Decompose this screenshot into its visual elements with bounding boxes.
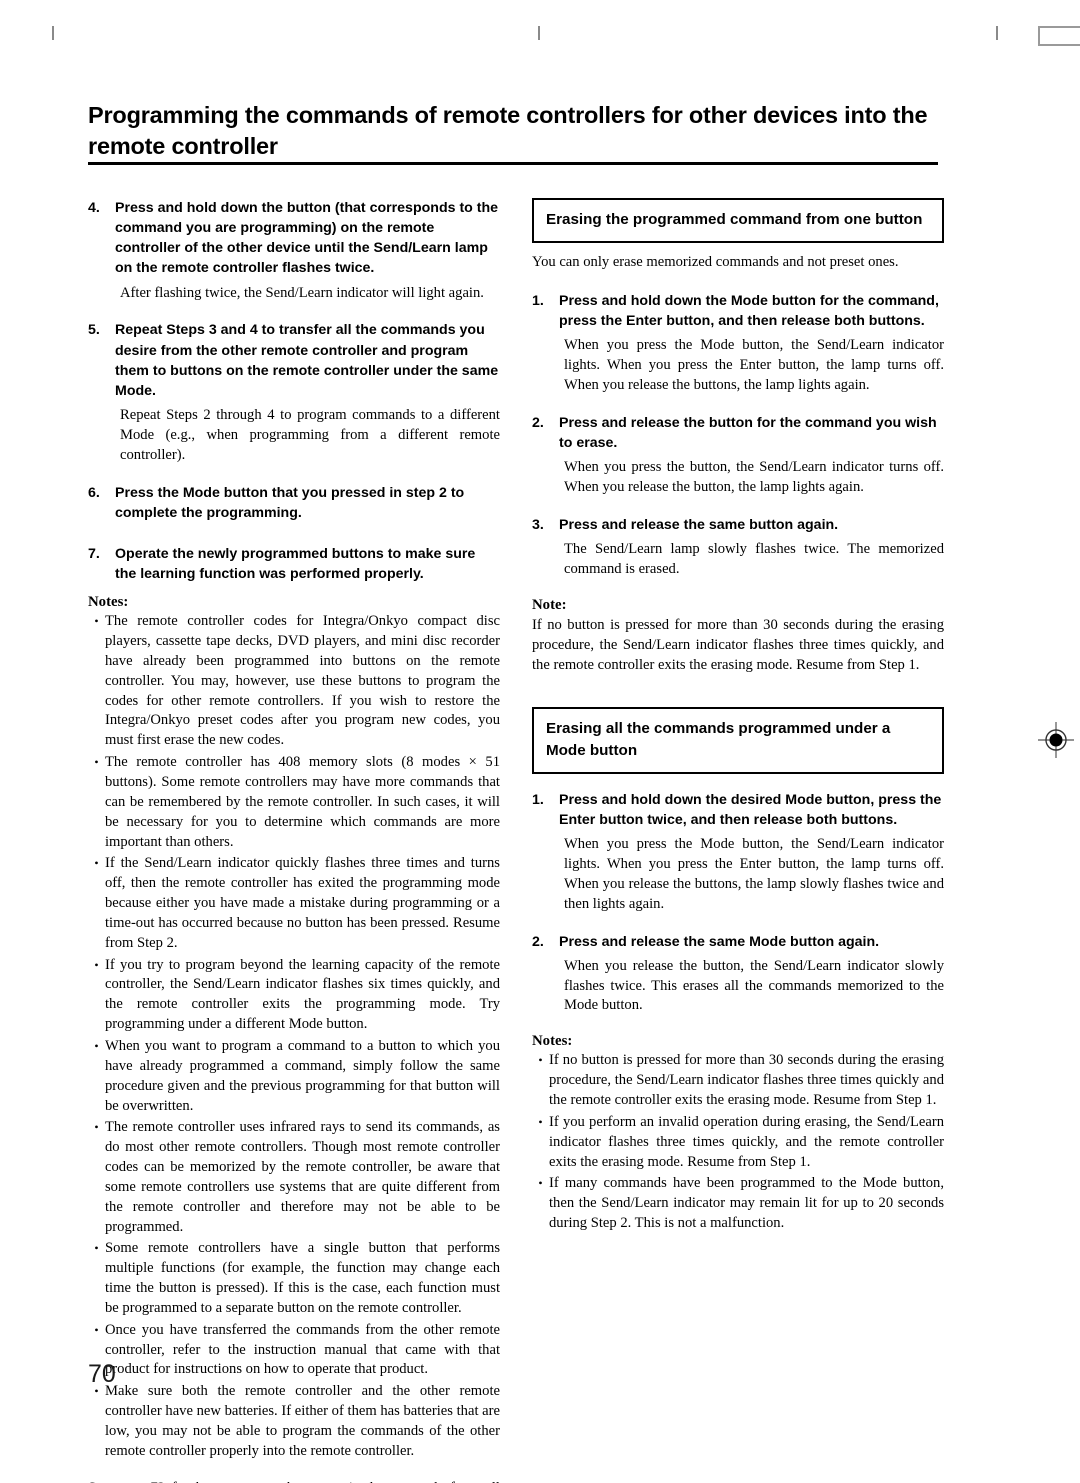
step-number: 1. — [532, 791, 544, 808]
notes-label: Notes: — [88, 594, 129, 611]
note-text: If you try to program beyond the learnin… — [105, 956, 500, 1033]
bullet-icon: • — [94, 856, 99, 871]
note-item: • If no button is pressed for more than … — [532, 1051, 944, 1111]
step-heading: Press and release the same Mode button a… — [559, 933, 880, 950]
step-heading: Press and release the button for the com… — [559, 414, 937, 452]
step-item: 3. Press and release the same button aga… — [532, 515, 944, 535]
step-item: 4. Press and hold down the button (that … — [88, 198, 500, 279]
note-item: • Once you have transferred the commands… — [88, 1321, 500, 1381]
step-item: 7. Operate the newly programmed buttons … — [88, 544, 500, 584]
step-heading: Repeat Steps 3 and 4 to transfer all the… — [115, 322, 499, 399]
bullet-icon: • — [94, 1384, 99, 1399]
bullet-icon: • — [538, 1053, 543, 1068]
crop-tick-top-right — [996, 26, 998, 40]
title-divider — [88, 162, 938, 165]
step-number: 1. — [532, 293, 544, 310]
note-item: • If the Send/Learn indicator quickly fl… — [88, 854, 500, 953]
registration-mark-right — [1038, 722, 1074, 758]
closing-paragraph: See page 72 for how to erase the memoriz… — [88, 1479, 500, 1483]
step-body: Repeat Steps 2 through 4 to program comm… — [120, 407, 500, 463]
step-number: 7. — [88, 545, 100, 562]
note-text: Once you have transferred the commands f… — [105, 1321, 500, 1378]
step-number: 3. — [532, 516, 544, 533]
bullet-icon: • — [538, 1114, 543, 1129]
step-body: When you press the button, the Send/Lear… — [564, 459, 944, 496]
step-body: When you release the button, the Send/Le… — [564, 957, 944, 1014]
page-title: Programming the commands of remote contr… — [88, 102, 928, 160]
step-heading: Press and hold down the button (that cor… — [115, 200, 499, 277]
note-item: • The remote controller uses infrared ra… — [88, 1118, 500, 1237]
note-text: If many commands have been programmed to… — [549, 1175, 944, 1232]
note-text: If no button is pressed for more than 30… — [549, 1052, 944, 1108]
step-body: When you press the Mode button, the Send… — [564, 337, 944, 394]
step-number: 2. — [532, 933, 544, 950]
note-item: • If you try to program beyond the learn… — [88, 956, 500, 1035]
document-page: Programming the commands of remote contr… — [0, 0, 1080, 1483]
note-item: • If many commands have been programmed … — [532, 1174, 944, 1234]
step-item: 1. Press and hold down the desired Mode … — [532, 790, 944, 830]
bullet-icon: • — [94, 755, 99, 770]
step-heading: Operate the newly programmed buttons to … — [115, 545, 476, 583]
note-item: • When you want to program a command to … — [88, 1037, 500, 1116]
note-text: If no button is pressed for more than 30… — [532, 616, 944, 673]
note-item: • Make sure both the remote controller a… — [88, 1382, 500, 1461]
step-heading: Press and hold down the desired Mode but… — [559, 791, 942, 829]
note-text: The remote controller codes for Integra/… — [105, 613, 500, 749]
note-text: If the Send/Learn indicator quickly flas… — [105, 855, 500, 951]
note-item: • If you perform an invalid operation du… — [532, 1113, 944, 1173]
step-body: When you press the Mode button, the Send… — [564, 836, 944, 912]
step-item: 6. Press the Mode button that you presse… — [88, 483, 500, 523]
bullet-icon: • — [94, 1241, 99, 1256]
step-heading: Press the Mode button that you pressed i… — [115, 484, 465, 521]
section-heading-erase-all-mode: Erasing all the commands programmed unde… — [532, 707, 944, 774]
step-number: 4. — [88, 200, 100, 216]
left-column: 4. Press and hold down the button (that … — [88, 198, 500, 1483]
note-text: Make sure both the remote controller and… — [105, 1383, 500, 1459]
step-number: 6. — [88, 484, 100, 501]
step-heading: Press and hold down the Mode button for … — [559, 293, 939, 330]
section-intro: You can only erase memorized commands an… — [532, 254, 899, 271]
step-heading: Press and release the same button again. — [559, 516, 839, 533]
bullet-icon: • — [94, 614, 99, 629]
page-number: 70 — [88, 1360, 116, 1388]
note-item: • The remote controller codes for Integr… — [88, 612, 500, 751]
step-number: 2. — [532, 414, 544, 431]
note-label: Note: — [532, 596, 567, 613]
note-text: When you want to program a command to a … — [105, 1037, 500, 1114]
step-item: 1. Press and hold down the Mode button f… — [532, 291, 944, 331]
section-heading-erase-one-button: Erasing the programmed command from one … — [532, 198, 944, 244]
step-item: 5. Repeat Steps 3 and 4 to transfer all … — [88, 320, 500, 401]
note-text: Some remote controllers have a single bu… — [105, 1240, 500, 1316]
note-text: The remote controller uses infrared rays… — [105, 1119, 500, 1235]
bullet-icon: • — [94, 1120, 99, 1135]
note-text: The remote controller has 408 memory slo… — [105, 754, 500, 850]
step-item: 2. Press and release the same Mode butto… — [532, 932, 944, 952]
crop-tick-top-left — [52, 26, 54, 40]
step-body: After flashing twice, the Send/Learn ind… — [120, 284, 484, 301]
bullet-icon: • — [538, 1176, 543, 1191]
note-item: • The remote controller has 408 memory s… — [88, 753, 500, 852]
crop-tick-top-center — [538, 26, 540, 40]
note-text: If you perform an invalid operation duri… — [549, 1113, 944, 1170]
step-item: 2. Press and release the button for the … — [532, 413, 944, 453]
note-item: • Some remote controllers have a single … — [88, 1239, 500, 1318]
notes-label: Notes: — [532, 1033, 573, 1050]
step-body: The Send/Learn lamp slowly flashes twice… — [564, 541, 944, 577]
bullet-icon: • — [94, 957, 99, 972]
bullet-icon: • — [94, 1038, 99, 1053]
right-column: Erasing the programmed command from one … — [532, 198, 944, 1236]
step-number: 5. — [88, 322, 100, 339]
